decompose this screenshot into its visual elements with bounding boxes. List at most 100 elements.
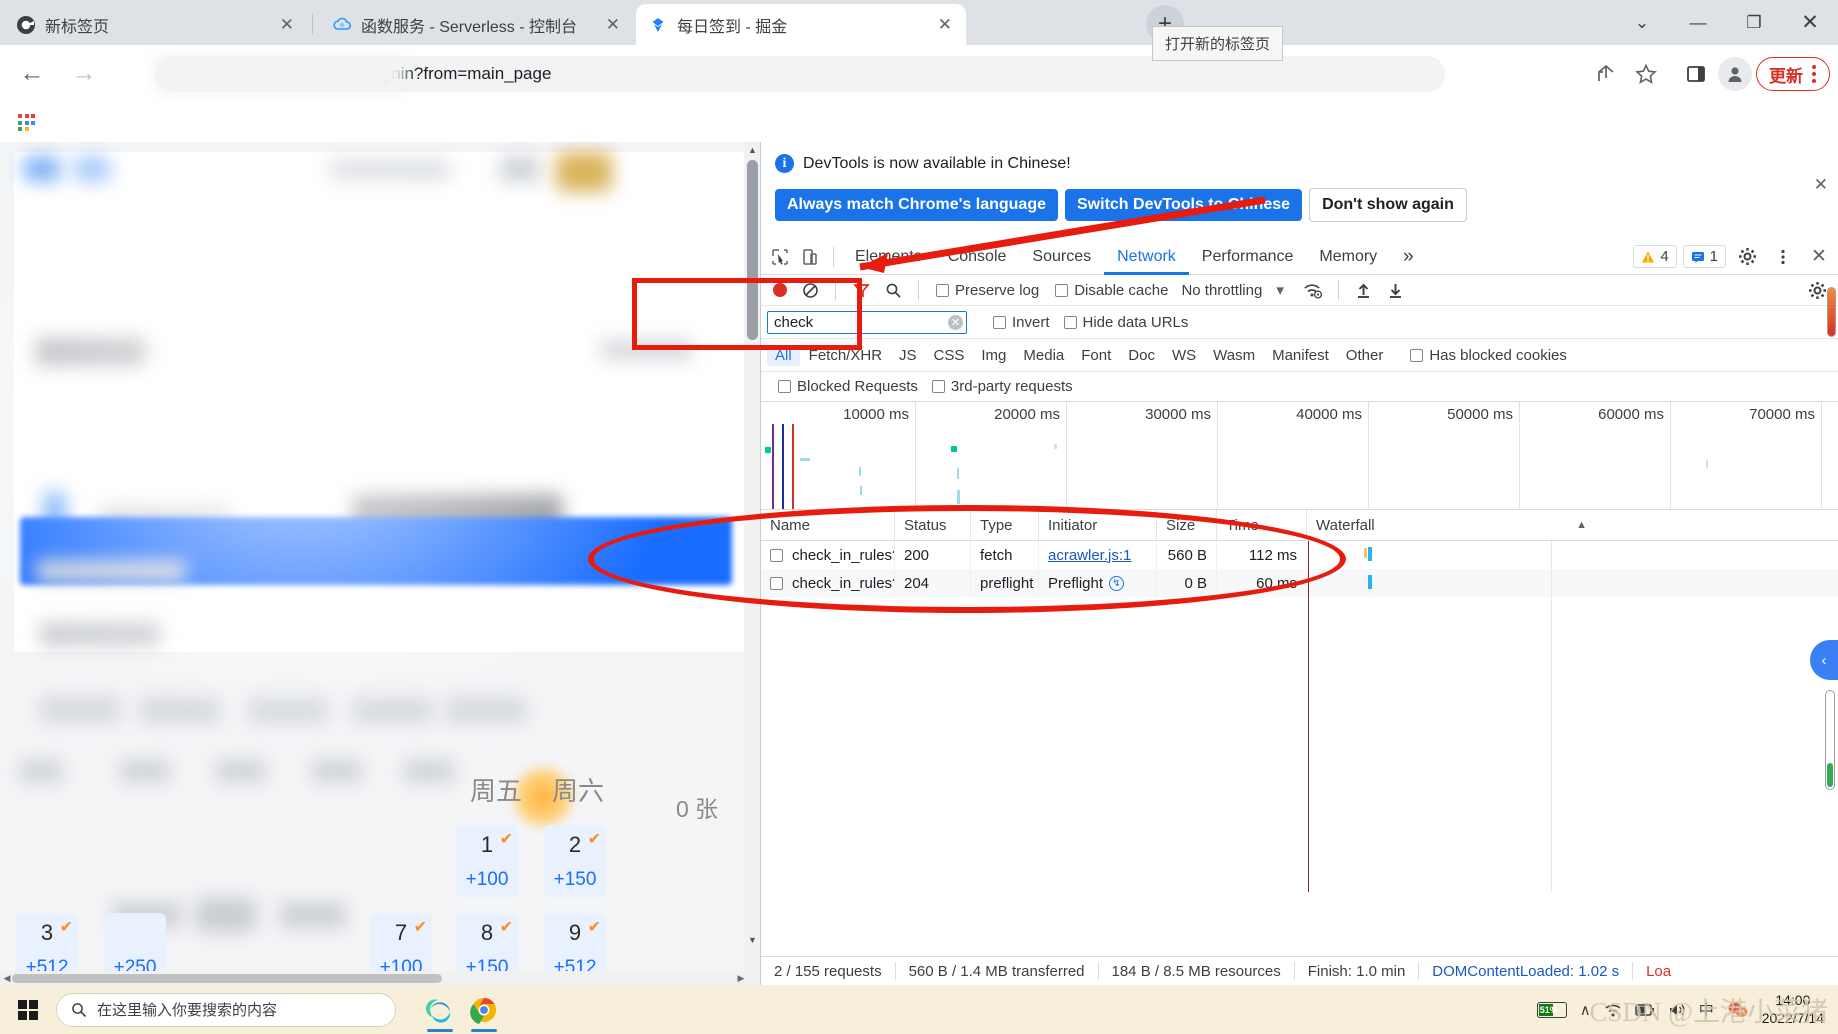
column-header-waterfall[interactable]: Waterfall ▲ <box>1307 510 1827 541</box>
page-scroll-indicator[interactable] <box>1825 690 1835 790</box>
message-count-badge[interactable]: 1 <box>1682 245 1726 268</box>
network-conditions-icon[interactable] <box>1298 275 1328 305</box>
page-vertical-scrollbar[interactable]: ▲ ▼ <box>745 142 760 985</box>
calendar-day-cell[interactable]: 2 ✔ +150 <box>544 825 606 897</box>
dont-show-again-button[interactable]: Don't show again <box>1309 188 1467 222</box>
type-filter-doc[interactable]: Doc <box>1120 345 1163 366</box>
chevron-down-icon[interactable]: ▾ <box>1276 281 1284 299</box>
third-party-requests-checkbox[interactable]: 3rd-party requests <box>931 378 1073 395</box>
type-filter-font[interactable]: Font <box>1073 345 1119 366</box>
minimize-button[interactable]: — <box>1670 0 1726 45</box>
calendar-day-cell[interactable]: 1 ✔ +100 <box>456 825 518 897</box>
close-banner-icon[interactable]: ✕ <box>1814 175 1828 195</box>
throttling-value[interactable]: No throttling <box>1181 282 1262 299</box>
three-dots-icon[interactable] <box>1768 242 1798 272</box>
type-filter-all[interactable]: All <box>767 344 800 366</box>
taskbar-search-box[interactable]: 在这里输入你要搜索的内容 <box>56 992 396 1027</box>
avatar[interactable] <box>1718 57 1752 91</box>
type-filter-img[interactable]: Img <box>973 345 1014 366</box>
invert-checkbox[interactable]: Invert <box>993 314 1050 331</box>
preserve-log-checkbox[interactable]: Preserve log <box>936 282 1039 299</box>
devtools-tab-performance[interactable]: Performance <box>1189 239 1307 275</box>
column-header-size[interactable]: Size <box>1157 509 1217 541</box>
three-dots-icon[interactable] <box>1805 65 1823 83</box>
clear-circle-slash-icon[interactable] <box>795 275 825 305</box>
forward-button[interactable]: → <box>64 54 104 94</box>
scroll-up-arrow-icon[interactable]: ▲ <box>745 142 760 157</box>
tab-close-icon[interactable]: ✕ <box>938 15 952 35</box>
table-row[interactable]: check_in_rules?aid=2608&u... 204 preflig… <box>761 569 1838 597</box>
hide-data-urls-checkbox[interactable]: Hide data URLs <box>1063 314 1188 331</box>
scrollbar-thumb[interactable] <box>12 974 442 983</box>
page-horizontal-scrollbar[interactable] <box>0 971 748 985</box>
type-filter-media[interactable]: Media <box>1015 345 1072 366</box>
sort-caret-icon[interactable]: ▲ <box>1576 519 1587 531</box>
type-filter-other[interactable]: Other <box>1338 345 1392 366</box>
inspect-cursor-icon[interactable] <box>765 242 795 272</box>
close-devtools-icon[interactable]: ✕ <box>1804 242 1834 272</box>
devtools-tab-console[interactable]: Console <box>935 239 1020 275</box>
clear-filter-icon[interactable]: ✕ <box>948 314 963 330</box>
table-row[interactable]: check_in_rules?aid=2608&u... 200 fetch a… <box>761 541 1838 569</box>
filter-funnel-icon[interactable] <box>846 275 876 305</box>
type-filter-css[interactable]: CSS <box>926 345 973 366</box>
row-checkbox[interactable] <box>770 576 783 590</box>
has-blocked-cookies-checkbox[interactable]: Has blocked cookies <box>1410 347 1567 364</box>
row-checkbox[interactable] <box>770 548 783 562</box>
maximize-button[interactable]: ❐ <box>1726 0 1782 45</box>
browser-tab-new[interactable]: 新标签页 ✕ <box>4 4 304 45</box>
column-header-status[interactable]: Status <box>895 509 971 541</box>
taskbar-app-edge[interactable] <box>418 985 462 1034</box>
tab-close-icon[interactable]: ✕ <box>280 15 294 35</box>
close-window-button[interactable]: ✕ <box>1782 0 1838 45</box>
battery-percent-indicator[interactable]: 51% <box>1536 1001 1567 1018</box>
type-filter-wasm[interactable]: Wasm <box>1205 345 1263 366</box>
devtools-tab-sources[interactable]: Sources <box>1019 239 1104 275</box>
gear-icon[interactable] <box>1732 242 1762 272</box>
network-overview-timeline[interactable]: 10000 ms 20000 ms 30000 ms 40000 ms 5000… <box>761 402 1838 510</box>
upload-arrow-icon[interactable] <box>1349 275 1379 305</box>
taskbar-app-chrome[interactable] <box>462 985 506 1034</box>
column-header-time[interactable]: Time <box>1217 509 1307 541</box>
disable-cache-checkbox[interactable]: Disable cache <box>1055 282 1168 299</box>
start-button[interactable] <box>0 985 56 1034</box>
more-tabs-icon[interactable]: » <box>1390 239 1427 275</box>
checkbox-box <box>1063 315 1077 329</box>
star-icon[interactable] <box>1628 56 1664 92</box>
update-button[interactable]: 更新 <box>1756 57 1830 91</box>
tab-close-icon[interactable]: ✕ <box>606 15 620 35</box>
column-header-type[interactable]: Type <box>971 509 1039 541</box>
scrollbar-thumb[interactable] <box>747 160 758 340</box>
side-panel-icon[interactable] <box>1678 56 1714 92</box>
switch-to-chinese-button[interactable]: Switch DevTools to Chinese <box>1065 189 1303 221</box>
search-icon[interactable] <box>878 275 908 305</box>
devtools-tab-elements[interactable]: Elements <box>842 239 935 275</box>
request-initiator-link[interactable]: acrawler.js:1 <box>1048 547 1131 564</box>
tab-search-icon[interactable]: ⌄ <box>1614 0 1670 45</box>
load-marker <box>782 424 784 509</box>
share-icon[interactable] <box>1588 56 1624 92</box>
type-filter-js[interactable]: JS <box>891 345 925 366</box>
record-dot-icon[interactable] <box>773 283 787 297</box>
back-button[interactable]: ← <box>12 54 52 94</box>
browser-tab-juejin[interactable]: 每日签到 - 掘金 ✕ <box>636 4 966 45</box>
download-arrow-icon[interactable] <box>1381 275 1411 305</box>
devtools-tab-memory[interactable]: Memory <box>1306 239 1390 275</box>
device-toolbar-icon[interactable] <box>795 242 825 272</box>
scroll-left-arrow-icon[interactable]: ◀ <box>0 971 14 985</box>
windows-taskbar: 在这里输入你要搜索的内容 51% ∧ 中 14:00 2022/7/14 <box>0 985 1838 1034</box>
column-header-name[interactable]: Name <box>761 509 895 541</box>
overview-scrollbar-thumb[interactable] <box>1827 287 1836 337</box>
scroll-down-arrow-icon[interactable]: ▼ <box>745 932 760 947</box>
warning-count-badge[interactable]: 4 <box>1633 245 1677 268</box>
column-header-initiator[interactable]: Initiator <box>1039 509 1157 541</box>
filter-input[interactable]: check ✕ <box>767 310 967 334</box>
apps-grid-icon[interactable] <box>18 114 36 132</box>
always-match-language-button[interactable]: Always match Chrome's language <box>775 189 1058 221</box>
type-filter-manifest[interactable]: Manifest <box>1264 345 1337 366</box>
browser-tab-serverless[interactable]: 函数服务 - Serverless - 控制台 ✕ <box>320 4 630 45</box>
devtools-tab-network[interactable]: Network <box>1104 239 1189 275</box>
type-filter-ws[interactable]: WS <box>1164 345 1204 366</box>
blocked-requests-checkbox[interactable]: Blocked Requests <box>778 378 918 395</box>
type-filter-fetch-xhr[interactable]: Fetch/XHR <box>801 345 890 366</box>
